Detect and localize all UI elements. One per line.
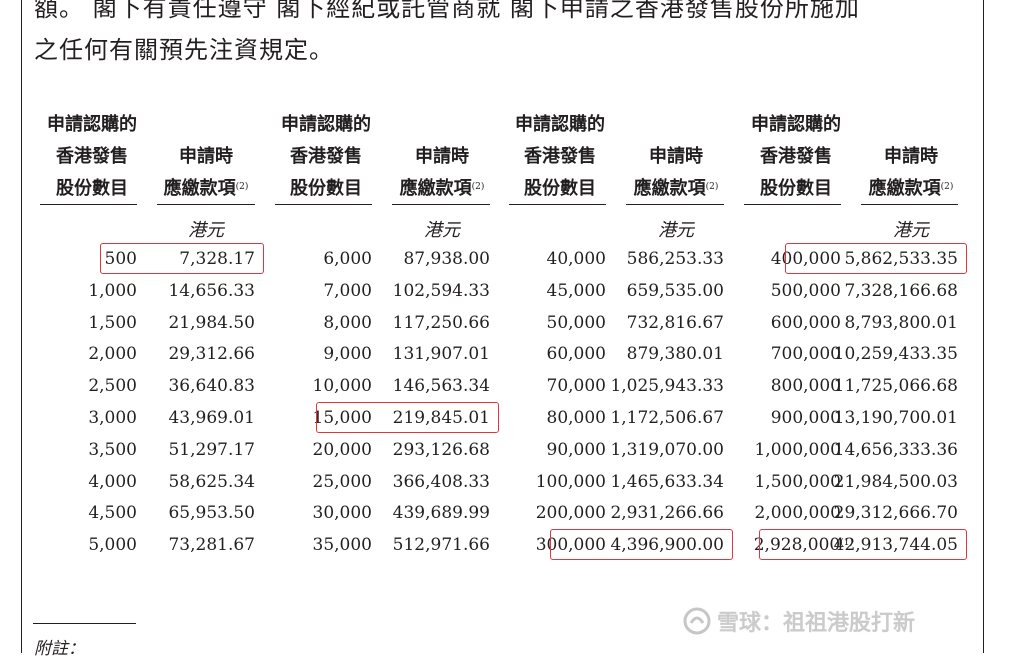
- currency-unit: 港元: [188, 220, 224, 241]
- header-amount-line: 申請時: [884, 146, 938, 167]
- header-amount-line: 應繳款項(2): [633, 178, 719, 199]
- header-amount-line: 應繳款項(2): [868, 178, 954, 199]
- table-cell-amount: 1,025,943.33: [610, 376, 724, 397]
- snowball-logo-icon: [683, 607, 711, 635]
- table-cell-amount: 51,297.17: [168, 439, 255, 460]
- footnote-marker: (2): [705, 182, 719, 192]
- highlight-box: [550, 529, 733, 561]
- table-cell-amount: 13,190,700.01: [833, 408, 958, 428]
- header-shares-line: 香港發售: [760, 146, 832, 167]
- table-cell-amount: 36,640.83: [168, 376, 255, 397]
- highlight-box: [759, 529, 967, 561]
- header-rule: [157, 204, 255, 205]
- table-cell-amount: 7,328,166.68: [844, 280, 958, 301]
- table-cell-amount: 29,312,666.70: [833, 503, 958, 524]
- table-cell-amount: 1,172,506.67: [610, 408, 724, 428]
- header-amount-line: 應繳款項(2): [399, 178, 485, 199]
- header-rule: [40, 204, 137, 205]
- header-shares-line: 申請認購的: [515, 114, 605, 135]
- footnote-marker: (2): [235, 182, 249, 192]
- highlight-box: [100, 243, 264, 274]
- header-amount-line: 申請時: [649, 146, 703, 167]
- header-rule: [861, 204, 958, 205]
- table-cell-amount: 10,259,433.35: [833, 344, 958, 365]
- header-shares-line: 股份數目: [760, 178, 832, 199]
- watermark-text: 雪球：祖祖港股打新: [717, 611, 916, 636]
- header-shares-line: 香港發售: [290, 146, 362, 167]
- header-rule: [392, 204, 490, 205]
- header-rule: [275, 204, 372, 205]
- footnote-title: 附註：: [34, 639, 85, 659]
- header-amount-line: 應繳款項(2): [163, 178, 249, 199]
- header-amount-line: 申請時: [415, 146, 469, 167]
- header-rule: [626, 204, 724, 205]
- header-shares-line: 申請認購的: [47, 114, 137, 135]
- table-cell-amount: 21,984,500.03: [833, 471, 958, 492]
- header-shares-line: 申請認購的: [281, 114, 371, 135]
- table-cell-amount: 14,656,333.36: [833, 439, 958, 460]
- header-shares-line: 股份數目: [290, 178, 362, 199]
- currency-unit: 港元: [424, 220, 460, 241]
- header-shares-line: 香港發售: [524, 146, 596, 167]
- table-cell-amount: 732,816.67: [626, 312, 724, 333]
- intro-text-line-1: 額。 閣下有責任遵守 閣下經紀或託管商就 閣下申請之香港發售股份所施加: [34, 0, 860, 22]
- table-cell-amount: 65,953.50: [168, 503, 255, 524]
- watermark: 雪球：祖祖港股打新: [683, 605, 915, 637]
- table-cell-amount: 29,312.66: [168, 344, 255, 365]
- table-cell-amount: 1,319,070.00: [610, 439, 724, 460]
- table-cell-amount: 8,793,800.01: [844, 312, 958, 333]
- currency-unit: 港元: [893, 220, 929, 241]
- highlight-box: [785, 243, 967, 274]
- table-cell-amount: 586,253.33: [626, 249, 724, 269]
- header-shares-line: 申請認購的: [751, 114, 841, 135]
- table-cell-amount: 879,380.01: [626, 344, 724, 365]
- header-amount-line: 申請時: [179, 146, 233, 167]
- header-shares-line: 香港發售: [56, 146, 128, 167]
- currency-unit: 港元: [658, 220, 694, 241]
- intro-text-line-2: 之任何有關預先注資規定。: [34, 36, 334, 64]
- header-rule: [509, 204, 606, 205]
- table-cell-amount: 58,625.34: [168, 471, 255, 492]
- header-shares-line: 股份數目: [56, 178, 128, 199]
- page-border-right: [983, 0, 984, 653]
- table-cell-amount: 14,656.33: [168, 280, 255, 301]
- table-cell-amount: 11,725,066.68: [833, 376, 958, 397]
- table-cell-amount: 659,535.00: [626, 280, 724, 301]
- table-cell-amount: 1,465,633.34: [610, 471, 724, 492]
- footnote-divider: [33, 623, 136, 624]
- highlight-box: [316, 402, 499, 433]
- table-cell-amount: 2,931,266.66: [610, 503, 724, 524]
- table-cell-amount: 73,281.67: [168, 535, 255, 556]
- table-cell-amount: 21,984.50: [168, 312, 255, 333]
- header-rule: [744, 204, 841, 205]
- footnote-marker: (2): [471, 182, 485, 192]
- table-cell-amount: 43,969.01: [168, 408, 255, 428]
- header-shares-line: 股份數目: [524, 178, 596, 199]
- footnote-marker: (2): [940, 182, 954, 192]
